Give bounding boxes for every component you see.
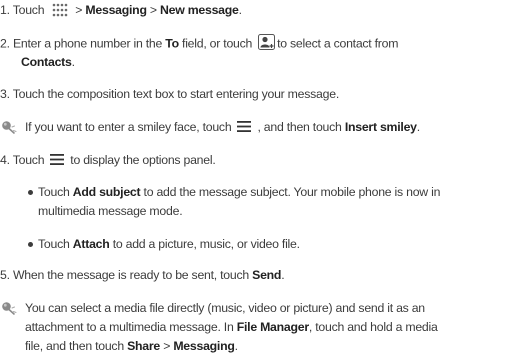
menu-icon [50,154,65,166]
step-text: to display the options panel. [70,153,216,167]
bullet-dot [28,242,33,247]
step-number: 5. [0,268,10,282]
step-text: field, or touch [182,36,253,51]
step-number: 2. [0,36,10,51]
path-separator: > [163,339,171,353]
step-text: Touch [12,153,45,167]
step-2-continued: Contacts. [21,55,75,70]
tip-lightbulb-icon [1,120,18,135]
bullet-text: Touch [38,185,70,199]
file-manager-label: File Manager [236,320,309,334]
step-5: 5. When the message is ready to be sent,… [0,268,285,283]
app-grid-icon [52,3,68,17]
insert-smiley-label: Insert smiley [344,120,417,134]
punctuation: . [416,120,420,134]
bullet-text: Touch [38,237,70,251]
step-number: 4. [0,153,10,167]
messaging-label: Messaging [173,339,235,353]
punctuation: . [238,3,242,17]
path-separator: > [149,3,157,17]
step-text: When the message is ready to be sent, to… [12,268,249,282]
bullet-add-subject-continued: multimedia message mode. [38,204,183,219]
tip-text: , and then touch [257,120,342,134]
bullet-text: to add a picture, music, or video file. [112,237,300,251]
bullet-attach: Touch Attach to add a picture, music, or… [38,237,300,252]
punctuation: . [281,268,285,282]
bullet-add-subject: Touch Add subject to add the message sub… [38,185,440,200]
step-1: 1. Touch > Messaging > New message. [0,3,242,18]
step-number: 1. [0,3,10,17]
step-text: Touch [12,3,45,17]
tip-media-line-2: attachment to a multimedia message. In F… [25,320,438,335]
step-text: Touch the composition text box to start … [12,87,340,101]
bullet-text: multimedia message mode. [38,204,183,218]
send-label: Send [252,268,282,282]
tip-lightbulb-icon [1,301,18,316]
tip-text: If you want to enter a smiley face, touc… [25,120,232,134]
step-3: 3. Touch the composition text box to sta… [0,87,339,102]
contacts-app-name: Contacts [21,55,72,69]
tip-text: file, and then touch [25,339,124,353]
attach-label: Attach [72,237,110,251]
step-text: to select a contact from [277,36,399,51]
step-4: 4. Touch to display the options panel. [0,153,216,168]
to-field-label: To [165,36,179,51]
tip-smiley-text: If you want to enter a smiley face, touc… [25,120,420,135]
tip-text: You can select a media file directly (mu… [25,301,425,315]
menu-icon [237,121,252,133]
tip-text: , touch and hold a media [308,320,438,334]
punctuation: . [71,55,75,69]
tip-text: attachment to a multimedia message. In [25,320,234,334]
step-text: Enter a phone number in the [12,36,163,51]
step-number: 3. [0,87,10,101]
bullet-dot [28,190,33,195]
menu-new-message: New message [160,3,239,17]
bullet-text: to add the message subject. Your mobile … [143,185,441,199]
share-label: Share [127,339,161,353]
tip-media-line-1: You can select a media file directly (mu… [25,301,425,316]
contact-picker-icon [258,34,276,50]
step-2: 2. Enter a phone number in the To field,… [0,34,399,52]
add-subject-label: Add subject [72,185,141,199]
punctuation: . [234,339,238,353]
menu-messaging: Messaging [85,3,147,17]
path-separator: > [75,3,83,17]
tip-media-line-3: file, and then touch Share > Messaging. [25,339,238,354]
